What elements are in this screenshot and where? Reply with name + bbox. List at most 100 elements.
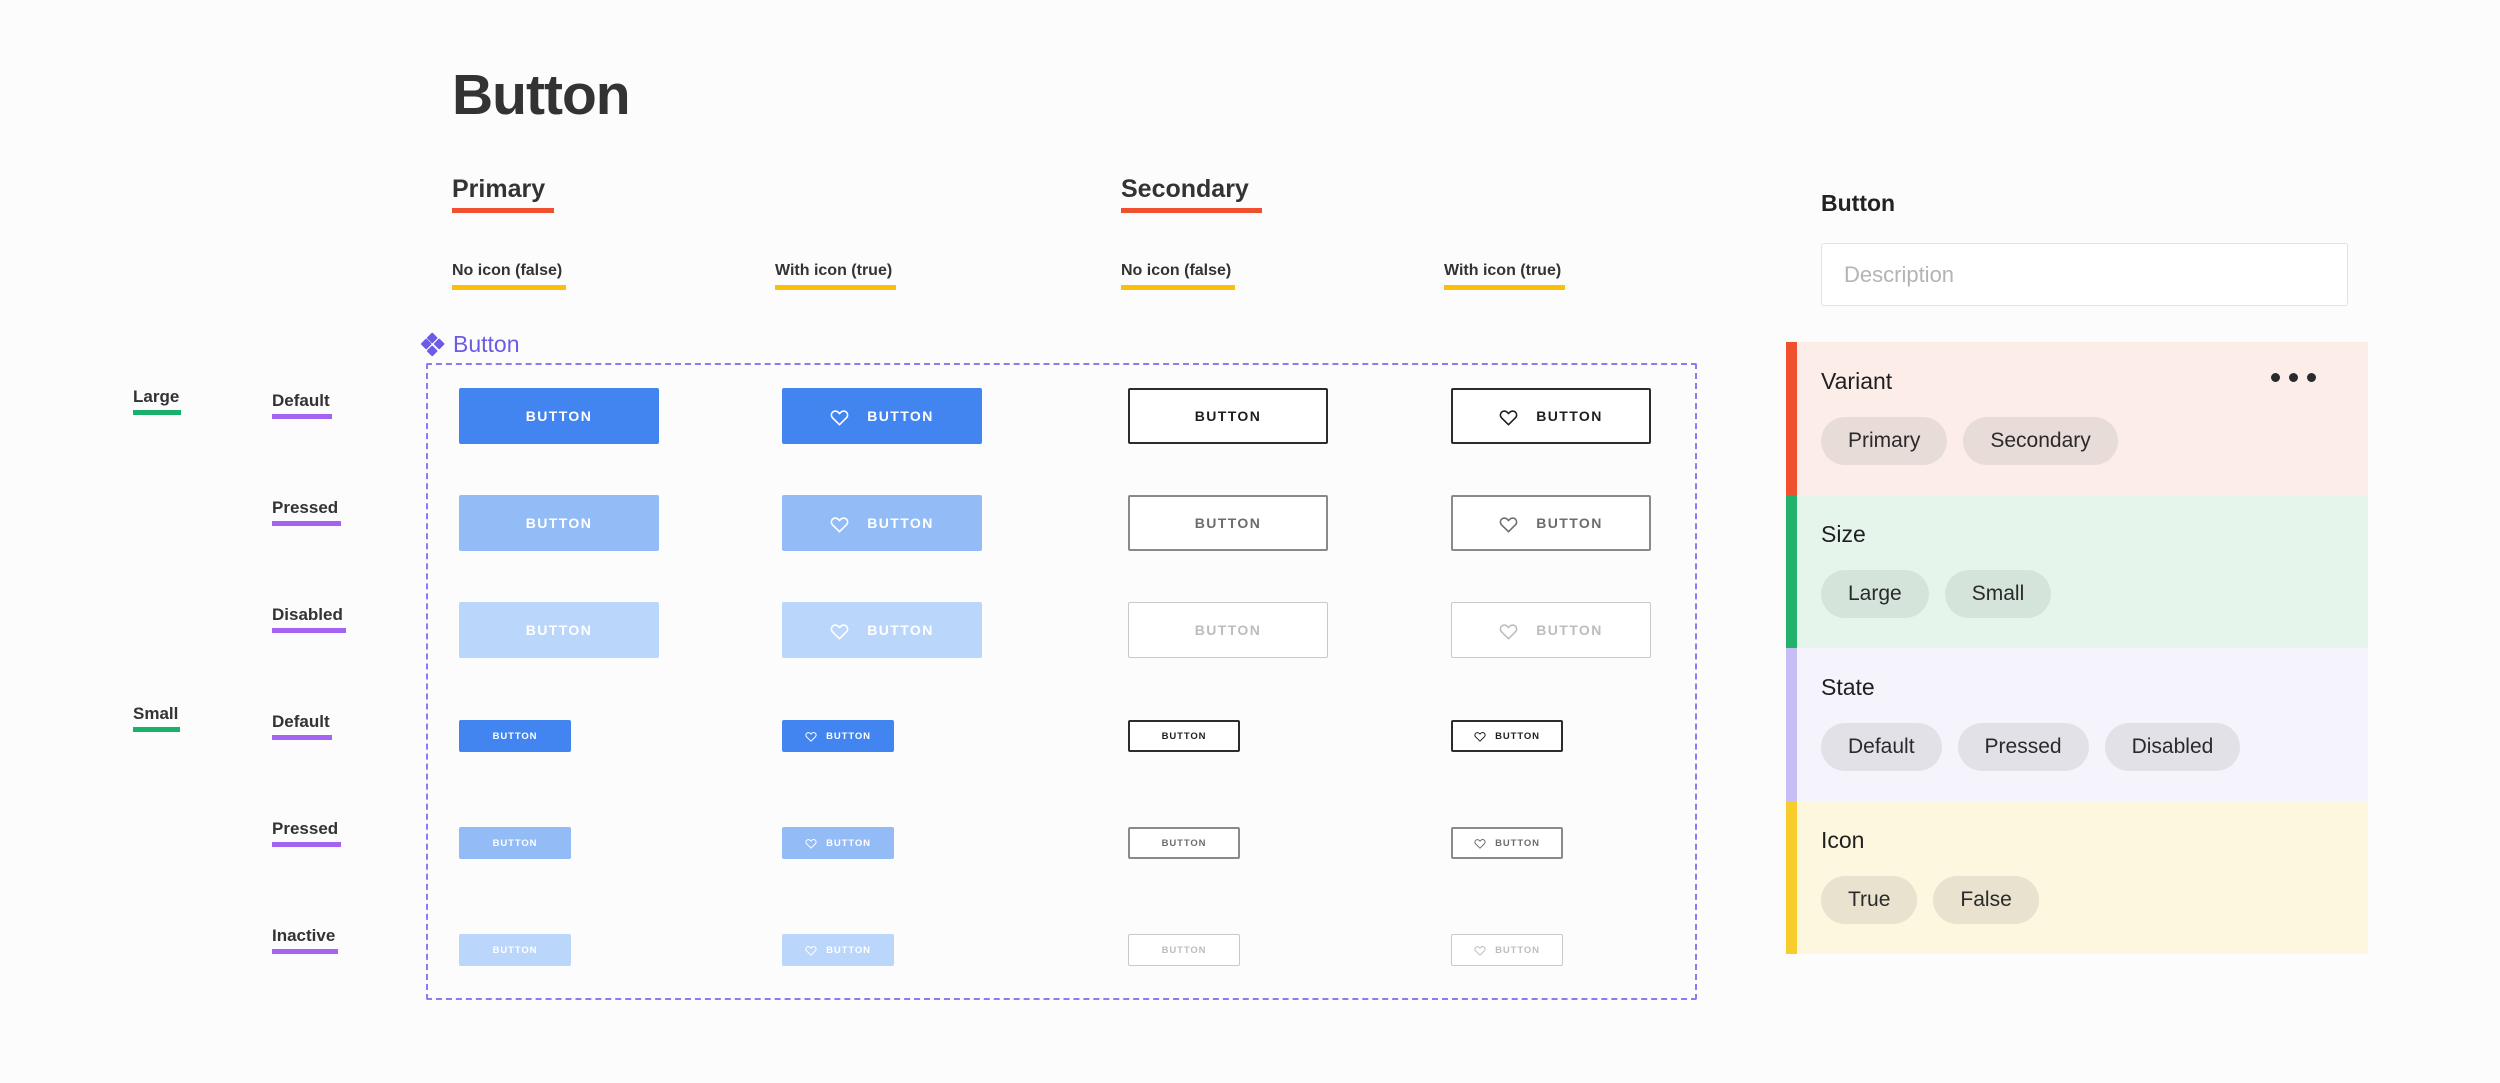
size-label-small: Small bbox=[133, 704, 181, 732]
component-set-label-text: Button bbox=[453, 331, 520, 357]
button-label: BUTTON bbox=[1536, 622, 1603, 638]
variant-group-header-secondary: Secondary bbox=[1121, 175, 1262, 213]
section-accent-bar bbox=[1786, 342, 1797, 495]
size-label-large: Large bbox=[133, 387, 182, 415]
button-secondary-small-pressed-no-icon[interactable]: BUTTON bbox=[1128, 827, 1240, 859]
column-header-primary-no-icon: No icon (false) bbox=[452, 262, 566, 290]
button-primary-large-default-with-icon[interactable]: BUTTON bbox=[782, 388, 982, 444]
button-primary-large-disabled-with-icon[interactable]: BUTTON bbox=[782, 602, 982, 658]
button-label: BUTTON bbox=[1536, 515, 1603, 531]
property-section-state: State Default Pressed Disabled bbox=[1786, 648, 2368, 801]
state-label-row-1: Pressed bbox=[272, 498, 341, 526]
state-label-row-5: Inactive bbox=[272, 926, 339, 954]
component-set-label[interactable]: Button bbox=[420, 331, 520, 358]
property-section-icon: Icon True False bbox=[1786, 801, 2368, 954]
column-header-secondary-with-icon: With icon (true) bbox=[1444, 262, 1565, 290]
property-chip-disabled[interactable]: Disabled bbox=[2104, 723, 2241, 771]
button-primary-small-default-with-icon[interactable]: BUTTON bbox=[782, 720, 894, 752]
property-sections: Variant Primary Secondary Size Large Small Sta… bbox=[1786, 342, 2368, 954]
property-section-size: Size Large Small bbox=[1786, 495, 2368, 648]
description-input[interactable]: Description bbox=[1821, 243, 2348, 306]
heart-icon bbox=[805, 946, 817, 956]
button-primary-small-default-no-icon[interactable]: BUTTON bbox=[459, 720, 571, 752]
button-label: BUTTON bbox=[1161, 730, 1207, 742]
heart-icon bbox=[1499, 516, 1518, 533]
page-title: Button bbox=[452, 63, 631, 127]
button-label: BUTTON bbox=[867, 408, 934, 424]
column-header-secondary-no-icon: No icon (false) bbox=[1121, 262, 1235, 290]
button-secondary-large-default-no-icon[interactable]: BUTTON bbox=[1128, 388, 1328, 444]
button-secondary-large-default-with-icon[interactable]: BUTTON bbox=[1451, 388, 1651, 444]
section-accent-bar bbox=[1786, 495, 1797, 648]
button-primary-small-disabled-with-icon[interactable]: BUTTON bbox=[782, 934, 894, 966]
heart-icon bbox=[805, 732, 817, 742]
property-chip-false[interactable]: False bbox=[1933, 876, 2039, 924]
button-primary-large-pressed-with-icon[interactable]: BUTTON bbox=[782, 495, 982, 551]
button-label: BUTTON bbox=[826, 837, 871, 849]
property-name: Size bbox=[1821, 521, 1866, 547]
button-secondary-small-pressed-with-icon[interactable]: BUTTON bbox=[1451, 827, 1563, 859]
heart-icon bbox=[1499, 623, 1518, 640]
button-label: BUTTON bbox=[1161, 837, 1207, 849]
button-secondary-large-disabled-no-icon[interactable]: BUTTON bbox=[1128, 602, 1328, 658]
state-label-row-0: Default bbox=[272, 391, 332, 419]
button-primary-small-pressed-no-icon[interactable]: BUTTON bbox=[459, 827, 571, 859]
section-accent-bar bbox=[1786, 648, 1797, 801]
button-label: BUTTON bbox=[492, 730, 538, 742]
property-chip-pressed[interactable]: Pressed bbox=[1957, 723, 2089, 771]
component-diamond-icon bbox=[420, 332, 445, 357]
button-label: BUTTON bbox=[1194, 408, 1262, 424]
heart-icon bbox=[830, 516, 849, 533]
column-header-primary-with-icon: With icon (true) bbox=[775, 262, 896, 290]
button-primary-large-disabled-no-icon[interactable]: BUTTON bbox=[459, 602, 659, 658]
property-chip-true[interactable]: True bbox=[1821, 876, 1918, 924]
state-label-row-4: Pressed bbox=[272, 819, 341, 847]
button-primary-small-pressed-with-icon[interactable]: BUTTON bbox=[782, 827, 894, 859]
inspector-title: Button bbox=[1821, 190, 1896, 216]
description-placeholder: Description bbox=[1844, 261, 1955, 287]
button-secondary-large-pressed-with-icon[interactable]: BUTTON bbox=[1451, 495, 1651, 551]
button-label: BUTTON bbox=[867, 515, 934, 531]
button-secondary-small-disabled-with-icon[interactable]: BUTTON bbox=[1451, 934, 1563, 966]
heart-icon bbox=[1474, 946, 1486, 956]
property-name: Icon bbox=[1821, 827, 1865, 853]
property-value-chips: True False bbox=[1821, 876, 2368, 924]
button-secondary-large-pressed-no-icon[interactable]: BUTTON bbox=[1128, 495, 1328, 551]
button-primary-small-disabled-no-icon[interactable]: BUTTON bbox=[459, 934, 571, 966]
button-label: BUTTON bbox=[1495, 944, 1540, 956]
button-label: BUTTON bbox=[1194, 515, 1262, 531]
state-label-row-3: Default bbox=[272, 712, 332, 740]
button-label: BUTTON bbox=[525, 515, 593, 531]
button-secondary-small-disabled-no-icon[interactable]: BUTTON bbox=[1128, 934, 1240, 966]
button-secondary-small-default-with-icon[interactable]: BUTTON bbox=[1451, 720, 1563, 752]
button-label: BUTTON bbox=[525, 622, 593, 638]
button-primary-large-default-no-icon[interactable]: BUTTON bbox=[459, 388, 659, 444]
button-label: BUTTON bbox=[826, 944, 871, 956]
heart-icon bbox=[830, 409, 849, 426]
property-chip-small[interactable]: Small bbox=[1944, 570, 2052, 618]
button-label: BUTTON bbox=[1194, 622, 1262, 638]
button-primary-large-pressed-no-icon[interactable]: BUTTON bbox=[459, 495, 659, 551]
property-value-chips: Large Small bbox=[1821, 570, 2368, 618]
property-value-chips: Default Pressed Disabled bbox=[1821, 723, 2368, 771]
heart-icon bbox=[830, 623, 849, 640]
heart-icon bbox=[1474, 732, 1486, 742]
button-label: BUTTON bbox=[492, 837, 538, 849]
inspector-panel: Button Description Variant Primary Seconda… bbox=[1786, 190, 2368, 954]
more-horizontal-icon[interactable] bbox=[2271, 373, 2316, 382]
property-chip-default[interactable]: Default bbox=[1821, 723, 1942, 771]
section-accent-bar bbox=[1786, 801, 1797, 954]
button-label: BUTTON bbox=[1495, 730, 1540, 742]
button-label: BUTTON bbox=[1536, 408, 1603, 424]
button-label: BUTTON bbox=[1495, 837, 1540, 849]
component-set-frame[interactable] bbox=[426, 363, 1697, 1000]
property-value-chips: Primary Secondary bbox=[1821, 417, 2368, 465]
button-secondary-small-default-no-icon[interactable]: BUTTON bbox=[1128, 720, 1240, 752]
property-name: State bbox=[1821, 674, 1875, 700]
button-secondary-large-disabled-with-icon[interactable]: BUTTON bbox=[1451, 602, 1651, 658]
heart-icon bbox=[1499, 409, 1518, 426]
property-chip-secondary[interactable]: Secondary bbox=[1963, 417, 2118, 465]
property-chip-primary[interactable]: Primary bbox=[1821, 417, 1948, 465]
property-chip-large[interactable]: Large bbox=[1821, 570, 1929, 618]
button-label: BUTTON bbox=[1161, 944, 1207, 956]
